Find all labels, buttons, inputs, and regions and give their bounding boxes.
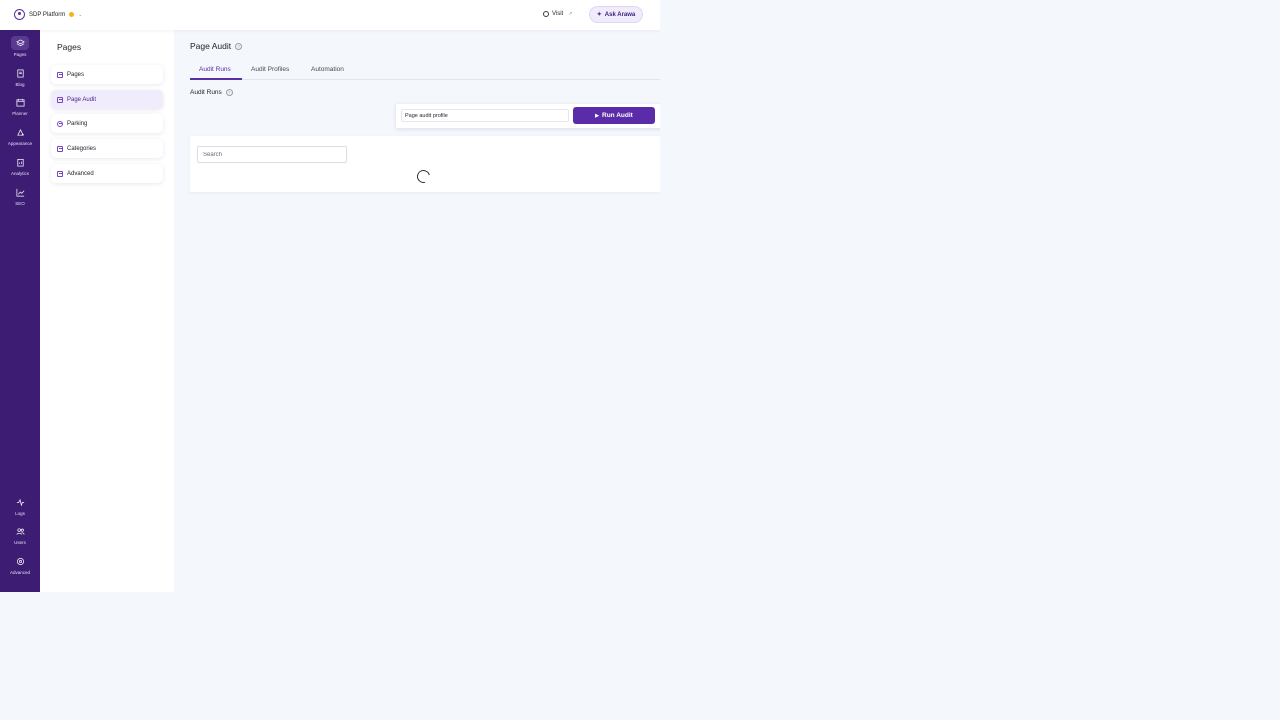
clipboard-chart-icon bbox=[16, 158, 24, 166]
search-input[interactable] bbox=[197, 146, 347, 163]
globe-icon bbox=[543, 11, 549, 17]
rail-item-label: Planner bbox=[12, 111, 28, 116]
rail-item-analytics[interactable]: Analytics bbox=[0, 155, 40, 176]
sidebar-item-pages[interactable]: Pages bbox=[51, 65, 163, 84]
chevron-down-icon: ⌄ bbox=[78, 11, 83, 18]
audit-runs-card bbox=[190, 136, 660, 192]
trend-chart-icon bbox=[16, 188, 24, 196]
rail-item-label: Appearance bbox=[7, 141, 33, 146]
grid-icon bbox=[57, 145, 63, 152]
rail-item-label: Advanced bbox=[9, 570, 30, 575]
status-dot-icon bbox=[69, 12, 75, 17]
layers-icon bbox=[15, 38, 25, 46]
loading-spinner-icon bbox=[414, 167, 433, 186]
external-link-icon: ↗ bbox=[568, 11, 573, 17]
sidebar-item-label: Categories bbox=[67, 145, 97, 152]
rail-item-logs[interactable]: Logs bbox=[0, 495, 40, 516]
rail-item-blog[interactable]: Blog bbox=[0, 66, 40, 87]
link-icon bbox=[57, 120, 63, 127]
rail-item-label: SEO bbox=[15, 201, 25, 206]
page-title: Page Audit ? bbox=[190, 41, 243, 51]
document-icon bbox=[16, 69, 24, 77]
section-heading: Audit Runs ? bbox=[190, 89, 233, 96]
pulse-icon bbox=[16, 498, 24, 506]
help-icon[interactable]: ? bbox=[235, 42, 243, 50]
ask-assistant-label: Ask Arawa bbox=[604, 11, 636, 18]
primary-nav-rail: Pages Blog Planner Appearance Analytics … bbox=[0, 30, 40, 592]
tab-audit-runs[interactable]: Audit Runs bbox=[199, 66, 231, 73]
top-bar: SDP Platform ⌄ Visit ↗ ✦ Ask Arawa bbox=[0, 0, 660, 30]
play-icon: ▶ bbox=[595, 112, 600, 119]
sidebar-item-label: Parking bbox=[67, 120, 88, 127]
run-audit-label: Run Audit bbox=[602, 112, 633, 119]
ask-assistant-button[interactable]: ✦ Ask Arawa bbox=[589, 6, 643, 23]
rail-item-label: Blog bbox=[15, 82, 25, 87]
sidebar-title: Pages bbox=[57, 42, 82, 52]
rail-item-appearance[interactable]: Appearance bbox=[0, 125, 40, 146]
sparkle-icon: ✦ bbox=[596, 12, 602, 18]
rail-item-label: Logs bbox=[15, 511, 25, 516]
section-sidebar: Pages Pages Page Audit Parking Categorie… bbox=[40, 30, 174, 592]
visit-link[interactable]: Visit ↗ bbox=[543, 11, 572, 17]
rail-item-label: Pages bbox=[13, 52, 27, 57]
users-icon bbox=[16, 527, 24, 535]
app-frame: SDP Platform ⌄ Visit ↗ ✦ Ask Arawa Pages… bbox=[0, 0, 660, 592]
audit-profile-select[interactable] bbox=[401, 109, 569, 122]
rail-item-seo[interactable]: SEO bbox=[0, 185, 40, 206]
page-icon bbox=[57, 71, 63, 78]
rail-item-planner[interactable]: Planner bbox=[0, 95, 40, 116]
brush-icon bbox=[16, 128, 24, 136]
workspace-logo-icon bbox=[14, 9, 25, 20]
sidebar-item-label: Pages bbox=[67, 71, 85, 78]
run-audit-panel: ▶ Run Audit bbox=[396, 104, 660, 128]
tab-bar: Audit Runs Audit Profiles Automation bbox=[190, 64, 660, 80]
section-heading-text: Audit Runs bbox=[190, 89, 222, 96]
settings-doc-icon bbox=[57, 170, 63, 177]
sidebar-item-parking[interactable]: Parking bbox=[51, 114, 163, 133]
help-icon[interactable]: ? bbox=[225, 89, 233, 96]
clipboard-icon bbox=[57, 96, 63, 103]
rail-item-users[interactable]: Users bbox=[0, 524, 40, 545]
gear-icon bbox=[16, 557, 24, 565]
active-tab-indicator bbox=[190, 78, 242, 80]
rail-item-label: Analytics bbox=[10, 171, 29, 176]
visit-label: Visit bbox=[552, 11, 564, 17]
sidebar-item-categories[interactable]: Categories bbox=[51, 139, 163, 158]
calendar-icon bbox=[16, 98, 24, 106]
run-audit-button[interactable]: ▶ Run Audit bbox=[573, 107, 655, 124]
rail-item-pages[interactable]: Pages bbox=[0, 36, 40, 57]
page-title-text: Page Audit bbox=[190, 41, 232, 51]
sidebar-item-label: Advanced bbox=[67, 170, 94, 177]
rail-item-label: Users bbox=[14, 540, 26, 545]
sidebar-item-label: Page Audit bbox=[67, 96, 97, 103]
tab-automation[interactable]: Automation bbox=[311, 66, 344, 73]
workspace-name: SDP Platform bbox=[29, 11, 66, 18]
main-content: Page Audit ? Audit Runs Audit Profiles A… bbox=[174, 30, 660, 592]
sidebar-item-advanced[interactable]: Advanced bbox=[51, 164, 163, 183]
workspace-switcher[interactable]: SDP Platform ⌄ bbox=[14, 9, 82, 20]
tab-audit-profiles[interactable]: Audit Profiles bbox=[251, 66, 289, 73]
rail-item-advanced[interactable]: Advanced bbox=[0, 554, 40, 575]
sidebar-item-page-audit[interactable]: Page Audit bbox=[51, 90, 163, 109]
